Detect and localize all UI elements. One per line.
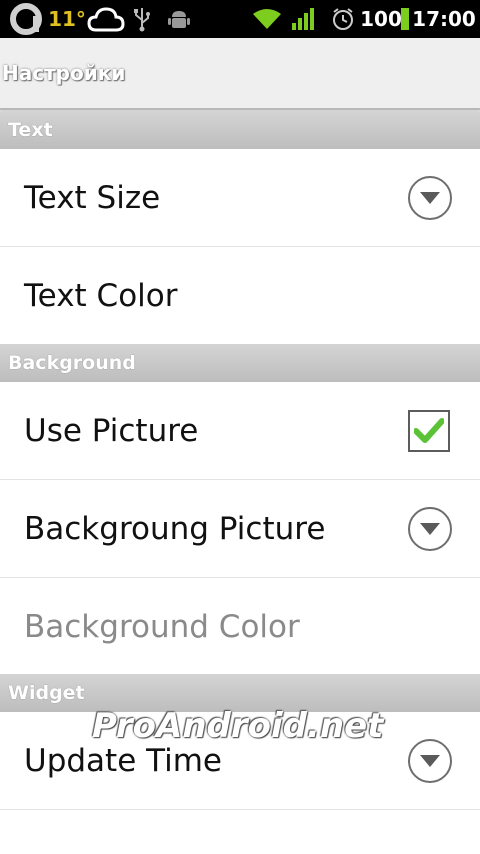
category-header-background: Background xyxy=(0,344,480,382)
pref-text-size[interactable]: Text Size xyxy=(0,149,480,247)
pref-label: Update Time xyxy=(24,742,222,779)
title-bar: Настройки xyxy=(0,38,480,110)
cloud-icon xyxy=(86,0,126,38)
temperature-text: 11° xyxy=(48,7,86,31)
category-header-text: Text xyxy=(0,111,480,149)
pref-label: Text Size xyxy=(24,179,161,216)
category-label: Background xyxy=(8,352,136,374)
battery-level-text: 100 xyxy=(360,7,402,31)
pref-label: Background Color xyxy=(24,608,300,645)
pref-use-picture[interactable]: Use Picture xyxy=(0,382,480,480)
usb-icon xyxy=(132,0,152,38)
pref-background-color: Background Color xyxy=(0,578,480,676)
chevron-down-icon xyxy=(408,175,452,220)
category-label: Text xyxy=(8,119,53,141)
alarm-icon xyxy=(330,0,356,38)
app-logo-icon xyxy=(8,0,44,38)
watermark: ProAndroid.net xyxy=(92,706,384,746)
page-title: Настройки xyxy=(2,61,126,85)
chevron-down-icon xyxy=(408,506,452,551)
pref-label: Use Picture xyxy=(24,412,199,449)
checkmark-icon xyxy=(414,417,444,443)
pref-text-color[interactable]: Text Color xyxy=(0,247,480,345)
signal-icon xyxy=(290,0,318,38)
pref-label: Text Color xyxy=(24,277,178,314)
clock-text: 17:00 xyxy=(412,7,476,31)
use-picture-checkbox[interactable] xyxy=(408,409,450,452)
wifi-icon xyxy=(250,0,284,38)
pref-background-picture[interactable]: Backgroung Picture xyxy=(0,480,480,578)
category-label: Widget xyxy=(8,682,85,704)
status-bar: 11° 100 17:00 xyxy=(0,0,480,38)
android-debug-icon xyxy=(166,0,192,38)
battery-icon xyxy=(400,0,410,38)
pref-label: Backgroung Picture xyxy=(24,510,326,547)
chevron-down-icon xyxy=(408,738,452,783)
